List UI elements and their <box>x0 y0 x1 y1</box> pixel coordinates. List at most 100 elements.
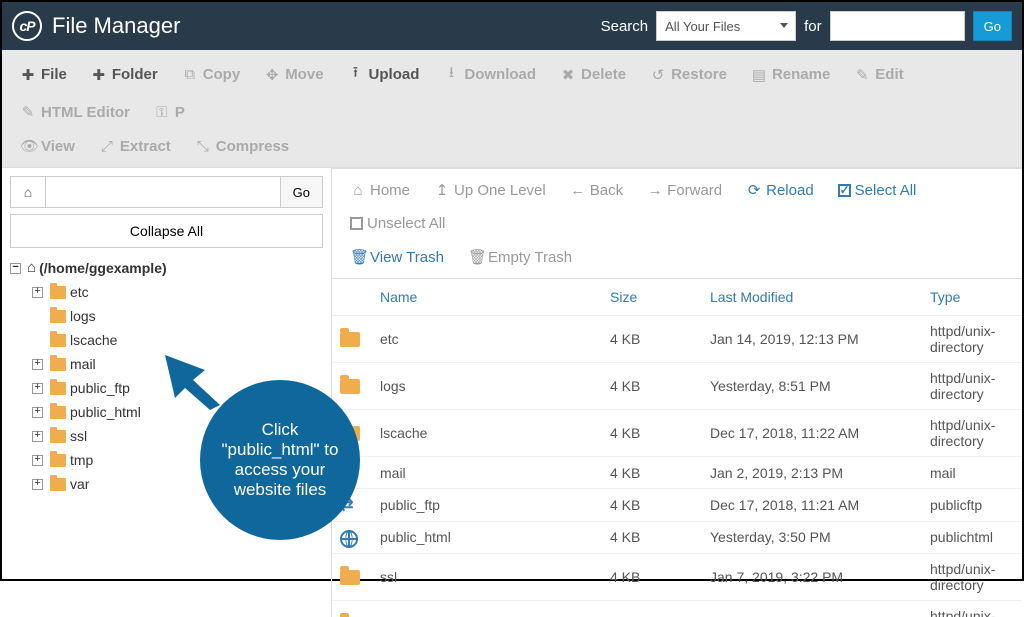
cell-size: 4 KB <box>602 457 702 489</box>
compress-button[interactable]: ⤡Compress <box>187 131 297 161</box>
search-input[interactable] <box>830 11 965 41</box>
expand-icon[interactable]: + <box>32 455 43 466</box>
globe-icon <box>340 530 360 546</box>
tree-item-ssl[interactable]: + ssl <box>32 424 323 448</box>
file-button[interactable]: ✚File <box>12 56 75 93</box>
folder-icon <box>50 334 66 347</box>
column-size[interactable]: Size <box>602 279 702 316</box>
search-label: Search <box>601 18 649 35</box>
table-row[interactable]: ssl 4 KB Jan 7, 2019, 3:22 PM httpd/unix… <box>332 553 1022 600</box>
tree-item-etc[interactable]: + etc <box>32 280 323 304</box>
cell-size: 4 KB <box>602 316 702 363</box>
home-button[interactable]: ⌂ <box>10 176 46 208</box>
cell-type: publichtml <box>922 521 1022 553</box>
expand-icon[interactable]: + <box>32 479 43 490</box>
table-row[interactable]: lscache 4 KB Dec 17, 2018, 11:22 AM http… <box>332 410 1022 457</box>
restore-button[interactable]: ↺Restore <box>642 56 735 93</box>
folder-button[interactable]: ✚Folder <box>83 56 166 93</box>
tree-item-label: var <box>70 473 89 495</box>
expand-icon[interactable]: + <box>32 359 43 370</box>
column-name[interactable]: Name <box>372 279 602 316</box>
path-go-button[interactable]: Go <box>281 176 323 208</box>
forward-button[interactable]: →Forward <box>637 175 732 205</box>
table-row[interactable]: ✉ mail 4 KB Jan 2, 2019, 2:13 PM mail <box>332 457 1022 489</box>
cell-type: publicftp <box>922 489 1022 521</box>
folder-icon <box>50 454 66 467</box>
expand-icon[interactable]: + <box>32 431 43 442</box>
tree-item-logs[interactable]: logs <box>32 304 323 328</box>
table-row[interactable]: public_html 4 KB Yesterday, 3:50 PM publ… <box>332 521 1022 553</box>
tree-item-label: public_ftp <box>70 377 130 399</box>
search-scope-select[interactable]: All Your Files <box>656 11 796 41</box>
search-go-button[interactable]: Go <box>973 11 1012 41</box>
unselect-all-button[interactable]: Unselect All <box>340 209 455 238</box>
view-button[interactable]: 👁View <box>12 131 83 161</box>
collapse-all-button[interactable]: Collapse All <box>10 214 323 248</box>
expand-icon[interactable]: + <box>32 407 43 418</box>
column-modified[interactable]: Last Modified <box>702 279 922 316</box>
cell-size: 4 KB <box>602 410 702 457</box>
app-title: File Manager <box>52 13 180 39</box>
up-one-level-button[interactable]: ↥Up One Level <box>424 175 556 205</box>
edit-button[interactable]: ✎Edit <box>846 56 911 93</box>
select-all-button[interactable]: Select All <box>828 175 927 205</box>
back-button[interactable]: ←Back <box>560 175 633 205</box>
permissions-button[interactable]: ⚿P <box>146 97 193 127</box>
collapse-icon[interactable]: − <box>10 263 21 274</box>
tree-item-label: logs <box>70 305 96 327</box>
empty-trash-button[interactable]: 🗑Empty Trash <box>458 242 582 272</box>
tree-item-var[interactable]: + var <box>32 472 323 496</box>
table-row[interactable]: logs 4 KB Yesterday, 8:51 PM httpd/unix-… <box>332 363 1022 410</box>
cell-name: tmp <box>372 600 602 617</box>
cell-size: 4 KB <box>602 521 702 553</box>
table-row[interactable]: ⇄ public_ftp 4 KB Dec 17, 2018, 11:21 AM… <box>332 489 1022 521</box>
panel-home-button[interactable]: ⌂Home <box>340 175 420 205</box>
upload-button[interactable]: ⭱Upload <box>340 56 428 93</box>
mail-icon: ✉ <box>340 465 360 481</box>
tree-item-lscache[interactable]: lscache <box>32 328 323 352</box>
edit-icon: ✎ <box>854 66 870 84</box>
tree-item-mail[interactable]: + mail <box>32 352 323 376</box>
folder-icon <box>50 310 66 323</box>
expand-icon[interactable]: + <box>32 287 43 298</box>
extract-button[interactable]: ⤢Extract <box>91 131 179 161</box>
cell-name: lscache <box>372 410 602 457</box>
move-icon: ✥ <box>264 66 280 84</box>
cell-modified: Jan 2, 2019, 2:13 PM <box>702 457 922 489</box>
trash-icon: 🗑 <box>350 248 366 266</box>
expand-icon[interactable]: + <box>32 383 43 394</box>
delete-icon: ✖ <box>560 66 576 84</box>
tree-item-public_ftp[interactable]: + public_ftp <box>32 376 323 400</box>
tree-root-label: (/home/ggexample) <box>39 257 167 279</box>
main-area: ⌂ Go Collapse All − ⌂ (/home/ggexample) … <box>2 168 1022 617</box>
tree-item-public_html[interactable]: + public_html <box>32 400 323 424</box>
cell-size: 4 KB <box>602 489 702 521</box>
move-button[interactable]: ✥Move <box>256 56 331 93</box>
rename-button[interactable]: ▤Rename <box>743 56 838 93</box>
tree-item-label: lscache <box>70 329 117 351</box>
table-row[interactable]: tmp 4 KB Jan 2, 2019, 3:03 PM httpd/unix… <box>332 600 1022 617</box>
tree-root-node[interactable]: − ⌂ (/home/ggexample) <box>10 256 323 280</box>
column-type[interactable]: Type <box>922 279 1022 316</box>
column-icon[interactable] <box>332 279 372 316</box>
rename-icon: ▤ <box>751 66 767 84</box>
delete-button[interactable]: ✖Delete <box>552 56 634 93</box>
folder-icon <box>340 379 360 394</box>
tree-item-tmp[interactable]: + tmp <box>32 448 323 472</box>
view-trash-button[interactable]: 🗑View Trash <box>340 242 454 272</box>
cell-size: 4 KB <box>602 553 702 600</box>
download-button[interactable]: ⭳Download <box>435 56 544 93</box>
up-icon: ↥ <box>434 181 450 199</box>
reload-button[interactable]: ⟳Reload <box>736 175 824 205</box>
folder-icon <box>50 430 66 443</box>
cell-name: mail <box>372 457 602 489</box>
copy-icon: ⧉ <box>182 66 198 83</box>
cell-modified: Jan 14, 2019, 12:13 PM <box>702 316 922 363</box>
copy-button[interactable]: ⧉Copy <box>174 56 249 93</box>
tree-item-label: public_html <box>70 401 141 423</box>
tree-item-label: mail <box>70 353 96 375</box>
cell-type: mail <box>922 457 1022 489</box>
path-input[interactable] <box>46 176 281 208</box>
table-row[interactable]: etc 4 KB Jan 14, 2019, 12:13 PM httpd/un… <box>332 316 1022 363</box>
html-editor-button[interactable]: ✎HTML Editor <box>12 97 138 127</box>
